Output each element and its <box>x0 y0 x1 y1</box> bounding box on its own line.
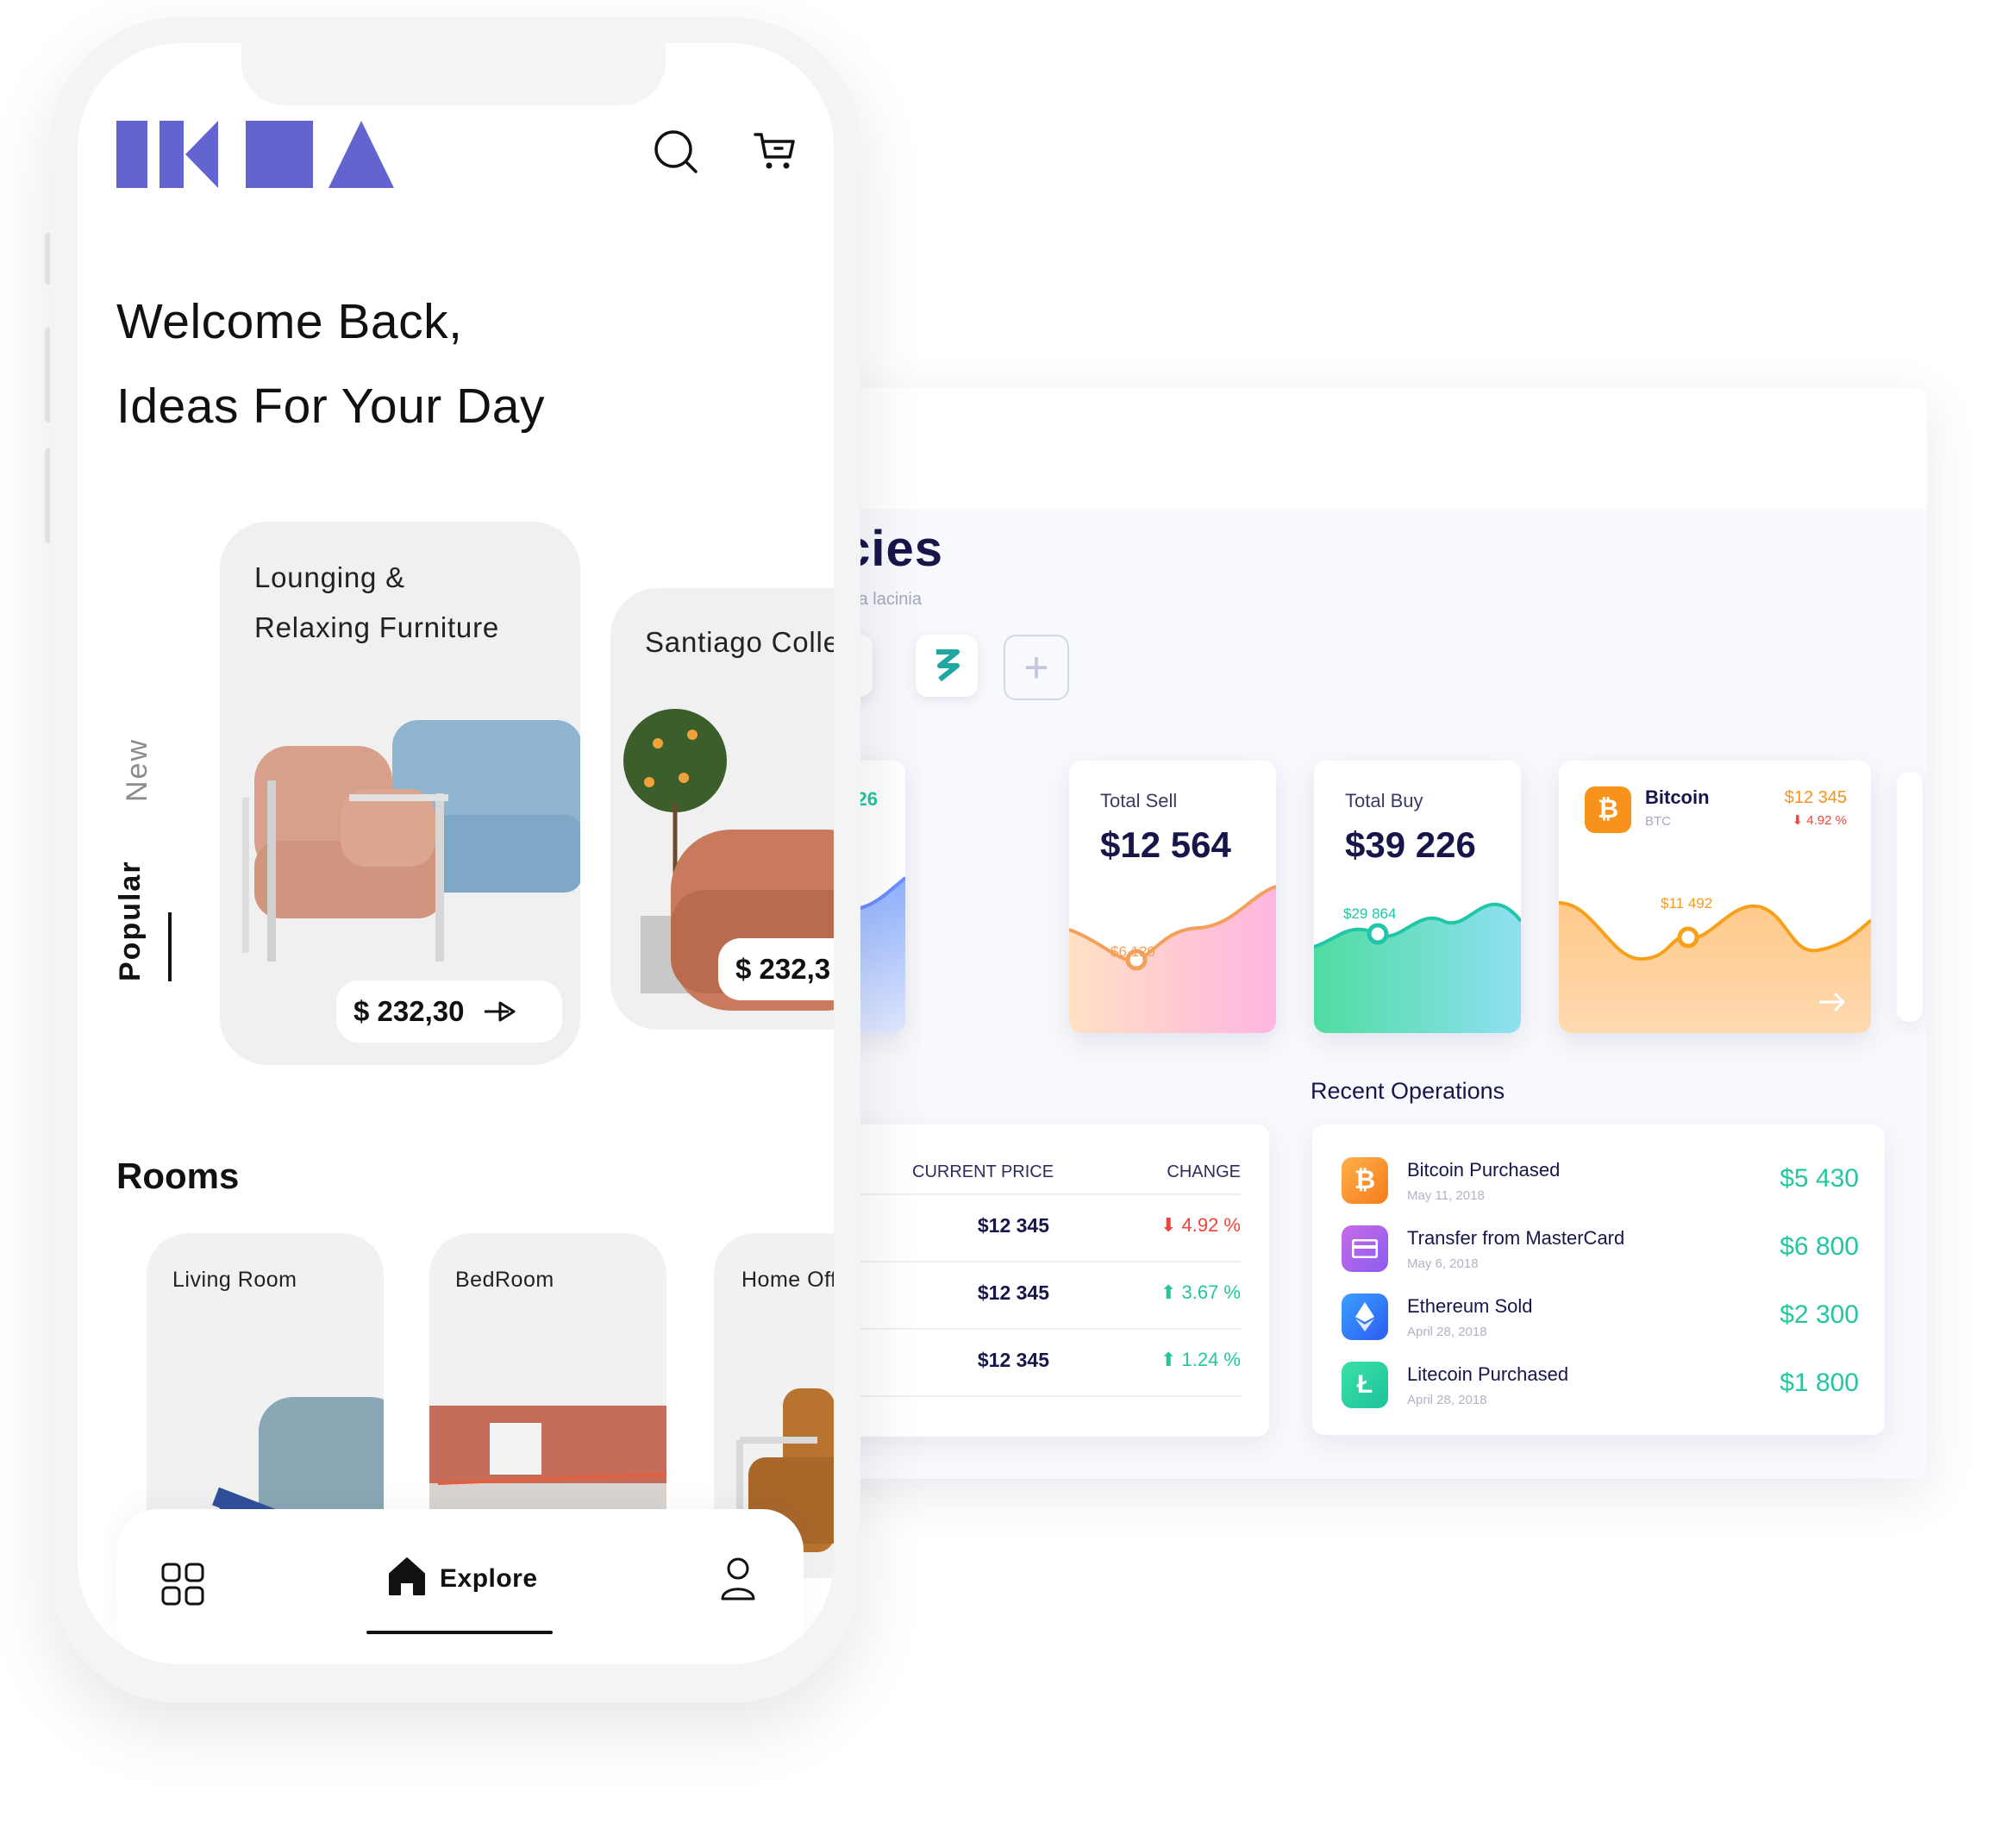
tab-popular[interactable]: Popular <box>114 860 147 981</box>
total-buy-value: $39 226 <box>1345 824 1476 865</box>
tab-popular-indicator <box>168 912 172 981</box>
grid-icon[interactable] <box>161 1563 204 1606</box>
product-price: $ 232,30 <box>353 995 465 1027</box>
operation-name: Bitcoin Purchased <box>1407 1159 1561 1181</box>
bitcoin-price: $12 345 <box>1784 788 1847 807</box>
row-price: $12 345 <box>977 1214 1049 1237</box>
bitcoin-card[interactable]: ₿ Bitcoin BTC $12 345 ⬇ 4.92 % $11 492 <box>1559 761 1871 1033</box>
product-price-pill[interactable]: $ 232,30 <box>336 980 562 1043</box>
bitcoin-change-value: 4.92 % <box>1806 813 1847 828</box>
add-coin-button[interactable]: + <box>1004 635 1069 700</box>
home-icon <box>389 1557 425 1595</box>
operation-date: April 28, 2018 <box>1407 1393 1487 1407</box>
litecoin-icon: Ł <box>1342 1362 1388 1408</box>
user-icon[interactable] <box>720 1557 756 1601</box>
bitcoin-change: ⬇ 4.92 % <box>1792 812 1847 828</box>
recent-operations-list: ₿ Bitcoin Purchased May 11, 2018 $5 430 … <box>1312 1124 1885 1435</box>
product-price: $ 232,3 <box>735 953 831 985</box>
product-subtitle: Relaxing Furniture <box>254 611 500 643</box>
operation-date: May 11, 2018 <box>1407 1188 1485 1203</box>
room-label: Living Room <box>172 1268 297 1292</box>
total-sell-card[interactable]: Total Sell $12 564 $6 120 <box>1069 761 1276 1033</box>
row-change-value: 4.92 % <box>1181 1214 1242 1236</box>
row-change: ⬆ 3.67 % <box>1161 1281 1241 1304</box>
dashboard-top-bar <box>776 388 1927 509</box>
row-change-value: 1.24 % <box>1181 1349 1242 1370</box>
tab-new[interactable]: New <box>121 738 154 802</box>
total-buy-chart <box>1314 902 1521 1033</box>
operation-name: Litecoin Purchased <box>1407 1363 1569 1385</box>
arrow-up-icon: ⬆ <box>1160 1281 1177 1303</box>
operation-amount: $1 800 <box>1780 1369 1859 1397</box>
product-card[interactable]: Lounging & Relaxing Furniture $ 232,30 <box>220 522 580 1065</box>
explore-label: Explore <box>440 1564 538 1593</box>
total-sell-label: Total Sell <box>1100 790 1178 811</box>
search-icon[interactable] <box>654 129 698 174</box>
bitcoin-chart-point: $11 492 <box>1661 895 1713 911</box>
phone-notch <box>241 43 666 105</box>
bitcoin-ticker: BTC <box>1645 814 1671 829</box>
row-price: $12 345 <box>977 1349 1049 1371</box>
product-title: Santiago Colle <box>645 626 834 658</box>
operation-date: April 28, 2018 <box>1407 1325 1487 1339</box>
row-price: $12 345 <box>977 1281 1049 1304</box>
bottom-tab-bar: Explore <box>116 1509 804 1664</box>
cart-icon[interactable] <box>754 129 797 171</box>
tab-active-indicator <box>366 1631 553 1634</box>
header-change: CHANGE <box>1167 1162 1241 1181</box>
list-item[interactable]: Transfer from MasterCard May 6, 2018 $6 … <box>1342 1222 1859 1282</box>
operation-name: Ethereum Sold <box>1407 1295 1533 1317</box>
welcome-subheading: Ideas For Your Day <box>116 379 545 434</box>
operation-name: Transfer from MasterCard <box>1407 1227 1625 1249</box>
operation-amount: $2 300 <box>1780 1300 1859 1329</box>
arrow-down-icon: ⬇ <box>1792 813 1804 828</box>
card-stack-shadow <box>1897 772 1923 1022</box>
header-current-price: CURRENT PRICE <box>912 1162 1054 1181</box>
total-buy-point: $29 864 <box>1343 905 1397 922</box>
card-icon <box>1342 1225 1388 1272</box>
list-item[interactable]: Ł Litecoin Purchased April 28, 2018 $1 8… <box>1342 1358 1859 1419</box>
crypto-dashboard: ıcies ıicula lacinia ◆ + 980 ⬆ $126 Tota… <box>776 388 1927 1479</box>
ikea-logo <box>116 121 394 188</box>
bitcoin-name: Bitcoin <box>1645 786 1710 808</box>
total-sell-chart <box>1069 885 1276 1033</box>
total-buy-card[interactable]: Total Buy $39 226 $29 864 <box>1314 761 1521 1033</box>
ethereum-icon <box>1342 1294 1388 1340</box>
arrow-up-icon: ⬆ <box>1160 1349 1177 1370</box>
welcome-heading: Welcome Back, <box>116 294 463 349</box>
room-label: Home Offi <box>741 1268 834 1292</box>
zcoin-icon <box>936 649 960 682</box>
operation-amount: $5 430 <box>1780 1164 1859 1193</box>
row-change-value: 3.67 % <box>1181 1281 1242 1303</box>
row-change: ⬆ 1.24 % <box>1161 1349 1241 1371</box>
bitcoin-icon: ₿ <box>1585 786 1631 833</box>
room-label: BedRoom <box>455 1268 554 1292</box>
arrow-right-icon <box>485 1001 516 1022</box>
total-buy-label: Total Buy <box>1345 790 1423 811</box>
armchair-image <box>242 720 580 962</box>
product-card[interactable]: Santiago Colle $ 232,3 <box>610 588 834 1030</box>
list-item[interactable]: Ethereum Sold April 28, 2018 $2 300 <box>1342 1290 1859 1350</box>
total-sell-value: $12 564 <box>1100 824 1231 865</box>
rooms-heading: Rooms <box>116 1156 240 1196</box>
operation-amount: $6 800 <box>1780 1232 1859 1261</box>
recent-operations-title: Recent Operations <box>1311 1078 1505 1104</box>
arrow-down-icon: ⬇ <box>1160 1214 1177 1236</box>
row-change: ⬇ 4.92 % <box>1161 1214 1241 1237</box>
plus-icon: + <box>1023 643 1049 692</box>
bitcoin-icon: ₿ <box>1342 1157 1388 1204</box>
total-sell-point: $6 120 <box>1110 943 1155 960</box>
product-title: Lounging & <box>254 561 405 593</box>
list-item[interactable]: ₿ Bitcoin Purchased May 11, 2018 $5 430 <box>1342 1154 1859 1214</box>
product-price-pill[interactable]: $ 232,3 <box>718 938 834 1000</box>
operation-date: May 6, 2018 <box>1407 1256 1479 1271</box>
zcoin-chip[interactable] <box>916 635 978 697</box>
phone-screen: Welcome Back, Ideas For Your Day New Pop… <box>78 43 834 1664</box>
